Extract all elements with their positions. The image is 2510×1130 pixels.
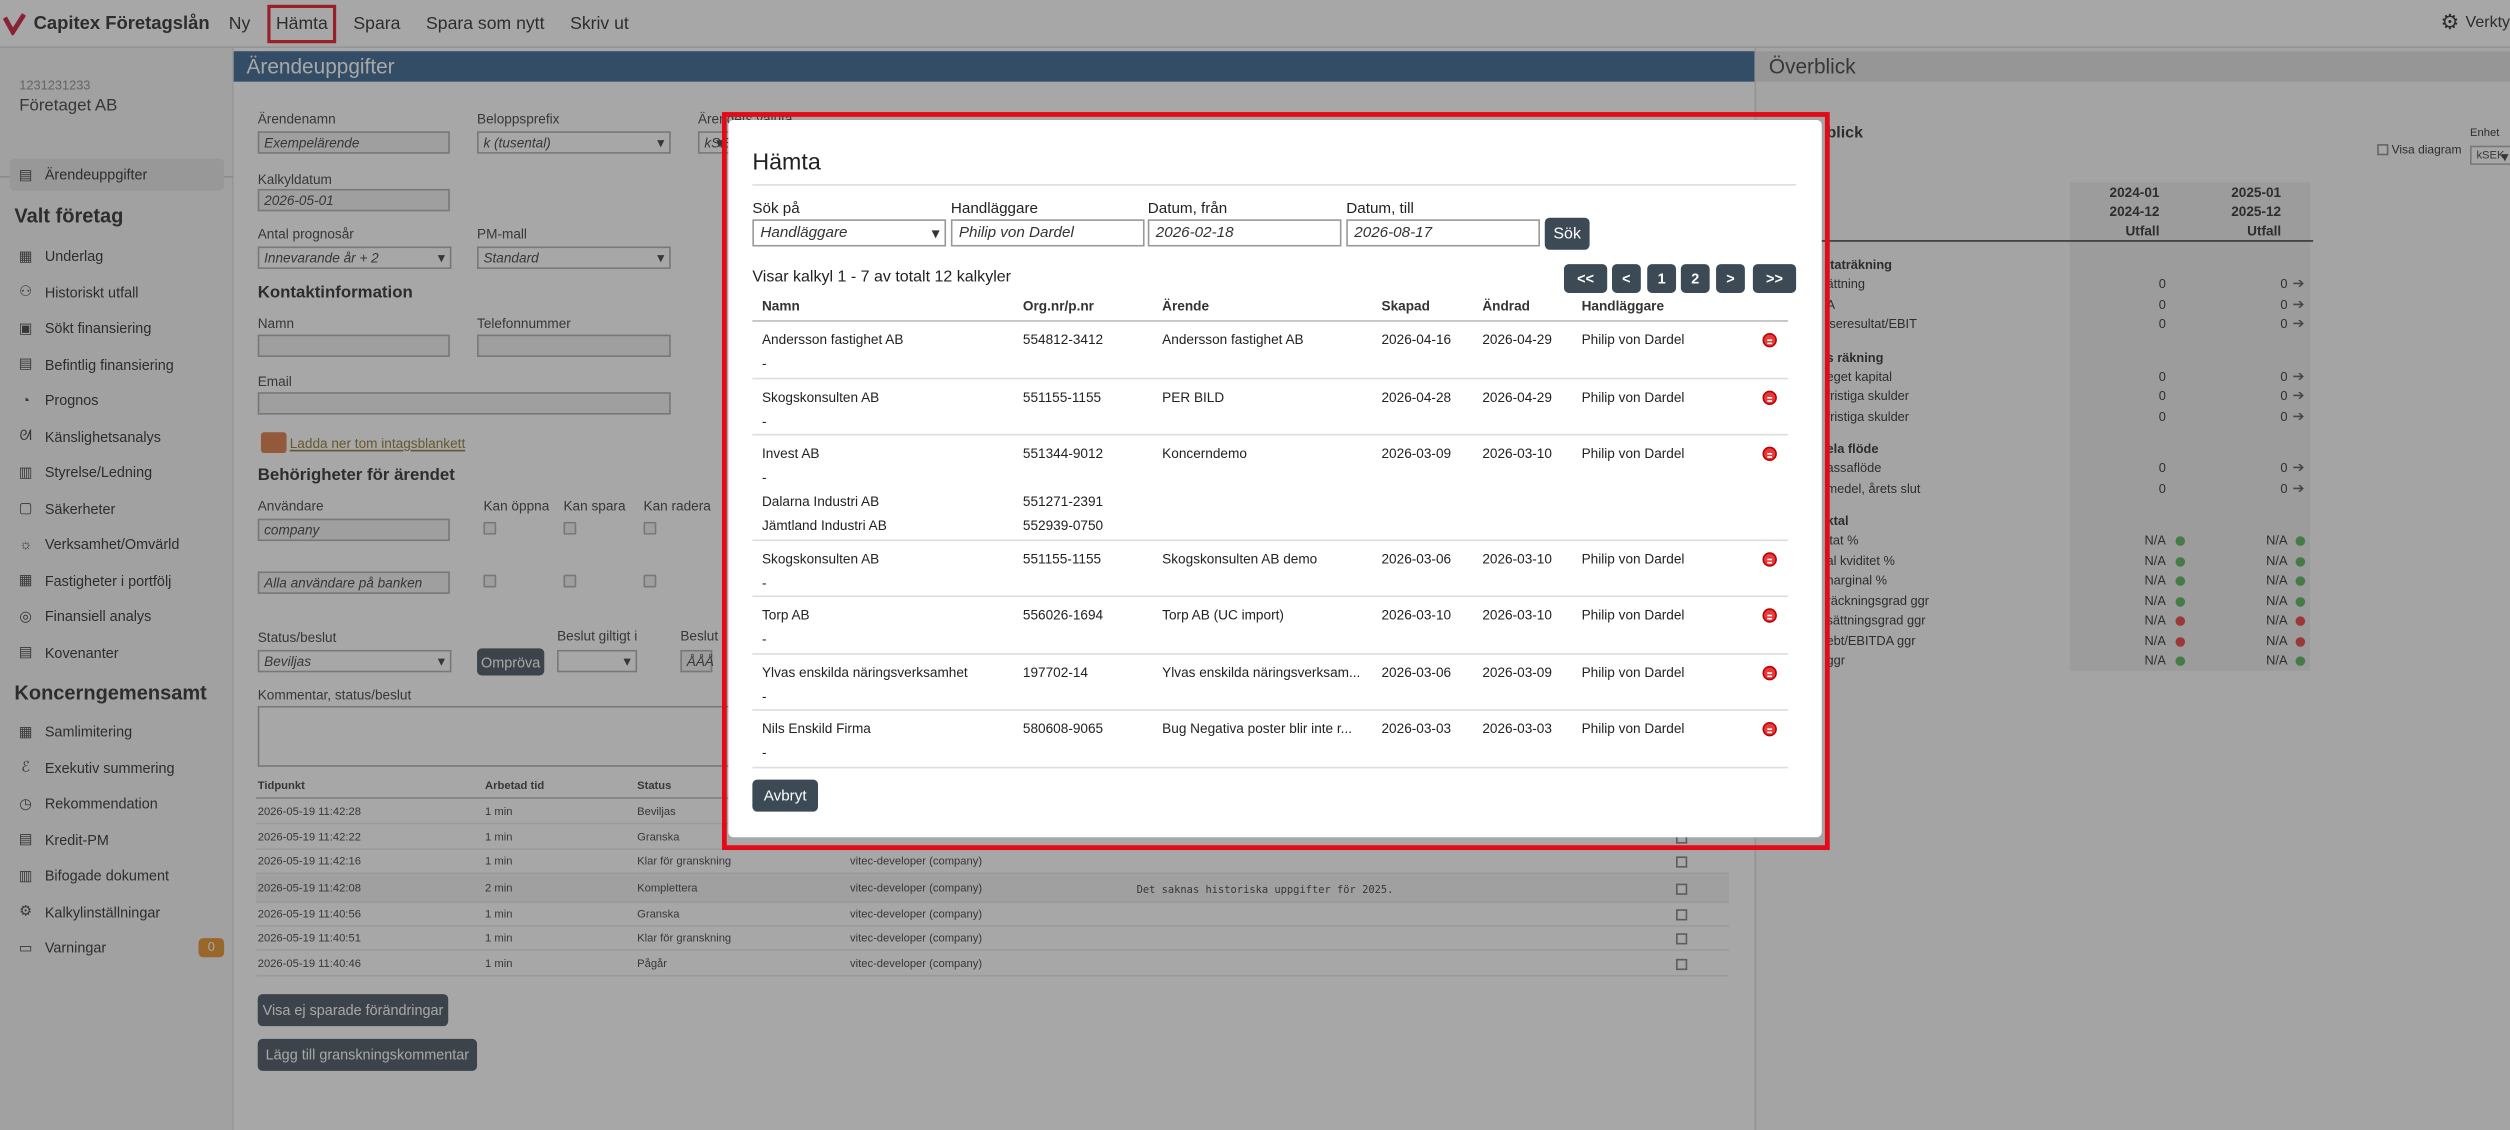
result-row[interactable]: Nils Enskild Firma 580608-9065 Bug Negativ… — [752, 711, 1789, 768]
result-cell-skapad: 2026-03-10 — [1381, 606, 1452, 623]
result-row[interactable]: Skogskonsulten AB 551155-1155 Skogskonsult… — [752, 540, 1789, 598]
result-cell-arende: PER BILD — [1162, 388, 1225, 405]
result-cell-arende: Bug Negativa poster blir inte r... — [1162, 720, 1353, 737]
delete-icon[interactable] — [1762, 551, 1777, 566]
result-cell-skapad: 2026-03-06 — [1381, 549, 1452, 566]
pager-last-button[interactable]: >> — [1752, 264, 1797, 293]
result-subcompany-name: Jämtland Industri AB — [761, 517, 887, 534]
pager-page-2-button[interactable]: 2 — [1680, 264, 1710, 293]
result-cell-name: Ylvas enskilda näringsverksamhet — [761, 663, 968, 680]
result-cell-org: 580608-9065 — [1022, 720, 1104, 737]
delete-icon[interactable] — [1762, 665, 1777, 680]
result-cell-handl: Philip von Dardel — [1581, 549, 1685, 566]
delete-icon[interactable] — [1762, 721, 1777, 737]
result-cell-org: 556026-1694 — [1022, 606, 1104, 623]
col-header-orgnr[interactable]: Org.nr/p.nr — [1023, 298, 1094, 314]
result-cell-skapad: 2026-04-28 — [1381, 388, 1452, 405]
result-cell-andrad: 2026-03-10 — [1482, 549, 1552, 566]
result-row[interactable]: Invest AB 551344-9012 Koncerndemo 2026-03-0… — [752, 435, 1789, 541]
result-cell-name: Invest AB — [761, 445, 820, 462]
result-cell-handl: Philip von Dardel — [1581, 663, 1685, 680]
result-sub: - — [761, 687, 767, 704]
result-cell-arende: Ylvas enskilda näringsverksam... — [1162, 663, 1361, 680]
result-cell-arende: Skogskonsulten AB demo — [1162, 549, 1318, 566]
result-cell-org: 551344-9012 — [1022, 445, 1104, 462]
col-header-handlaggare[interactable]: Handläggare — [1582, 298, 1664, 314]
handlaggare-label: Handläggare — [950, 200, 1038, 218]
result-cell-handl: Philip von Dardel — [1581, 445, 1685, 462]
result-row[interactable]: Ylvas enskilda näringsverksamhet 197702-1… — [752, 654, 1789, 711]
dialog-title: Hämta — [752, 150, 821, 177]
sok-pa-select[interactable]: Handläggare — [752, 219, 947, 247]
result-cell-arende: Torp AB (UC import) — [1162, 606, 1284, 623]
result-count-text: Visar kalkyl 1 - 7 av totalt 12 kalkyler — [752, 268, 1012, 287]
result-cell-skapad: 2026-03-09 — [1381, 445, 1452, 462]
result-cell-name: Skogskonsulten AB — [761, 388, 880, 405]
sok-pa-label: Sök på — [752, 200, 800, 218]
result-cell-name: Torp AB — [761, 606, 810, 623]
result-cell-andrad: 2026-04-29 — [1482, 331, 1552, 348]
result-cell-handl: Philip von Dardel — [1581, 606, 1685, 623]
datum-fran-input[interactable]: 2026-02-18 — [1147, 219, 1342, 247]
result-sub: - — [761, 412, 767, 429]
result-cell-org: 551155-1155 — [1022, 388, 1102, 405]
result-cell-arende: Koncerndemo — [1162, 445, 1247, 462]
result-row[interactable]: Andersson fastighet AB 554812-3412 Anderss… — [752, 322, 1789, 379]
result-row[interactable]: Skogskonsulten AB 551155-1155 PER BILD 2026… — [752, 379, 1789, 436]
result-sub: - — [761, 630, 767, 647]
result-subcompany-org: 551271-2391 — [1022, 493, 1104, 510]
delete-icon[interactable] — [1762, 389, 1777, 405]
col-header-skapad[interactable]: Skapad — [1381, 298, 1429, 314]
result-cell-skapad: 2026-03-06 — [1381, 663, 1452, 680]
result-cell-handl: Philip von Dardel — [1581, 720, 1685, 737]
sok-button[interactable]: Sök — [1544, 217, 1590, 250]
result-cell-name: Nils Enskild Firma — [761, 720, 871, 737]
pager-page-1-button[interactable]: 1 — [1647, 264, 1677, 293]
delete-icon[interactable] — [1762, 332, 1777, 348]
pager-first-button[interactable]: << — [1563, 264, 1608, 293]
result-cell-org: 197702-14 — [1022, 663, 1088, 680]
result-cell-skapad: 2026-03-03 — [1381, 720, 1452, 737]
result-cell-handl: Philip von Dardel — [1581, 388, 1685, 405]
result-sub: - — [761, 355, 767, 372]
delete-icon[interactable] — [1762, 446, 1777, 462]
result-cell-andrad: 2026-03-10 — [1482, 445, 1552, 462]
result-row[interactable]: Torp AB 556026-1694 Torp AB (UC import) 202… — [752, 597, 1789, 654]
result-subcompany-name: Dalarna Industri AB — [761, 493, 880, 510]
result-cell-andrad: 2026-04-29 — [1482, 388, 1552, 405]
result-cell-arende: Andersson fastighet AB — [1162, 331, 1304, 348]
result-sub: - — [761, 469, 767, 486]
col-header-andrad[interactable]: Ändrad — [1482, 298, 1530, 314]
handlaggare-input[interactable]: Philip von Dardel — [950, 219, 1145, 247]
dialog-title-divider — [752, 184, 1797, 186]
result-cell-andrad: 2026-03-10 — [1482, 606, 1552, 623]
datum-fran-label: Datum, från — [1147, 200, 1228, 218]
result-cell-handl: Philip von Dardel — [1581, 331, 1685, 348]
result-cell-name: Andersson fastighet AB — [761, 331, 904, 348]
result-cell-org: 551155-1155 — [1022, 549, 1102, 566]
col-header-namn[interactable]: Namn — [762, 298, 800, 314]
avbryt-button[interactable]: Avbryt — [752, 779, 819, 812]
pager-prev-button[interactable]: < — [1612, 264, 1641, 293]
hamta-dialog: Hämta Sök på Handläggare Handläggare Phi… — [728, 120, 1822, 838]
result-cell-andrad: 2026-03-03 — [1482, 720, 1552, 737]
col-header-arende[interactable]: Ärende — [1162, 298, 1209, 314]
result-sub: - — [761, 573, 767, 590]
pager-next-button[interactable]: > — [1716, 264, 1745, 293]
result-cell-org: 554812-3412 — [1022, 331, 1104, 348]
datum-till-input[interactable]: 2026-08-17 — [1346, 219, 1540, 247]
result-cell-andrad: 2026-03-09 — [1482, 663, 1552, 680]
datum-till-label: Datum, till — [1346, 200, 1414, 218]
result-cell-name: Skogskonsulten AB — [761, 549, 880, 566]
delete-icon[interactable] — [1762, 608, 1777, 623]
result-subcompany-org: 552939-0750 — [1022, 517, 1104, 534]
result-sub: - — [761, 744, 767, 761]
result-cell-skapad: 2026-04-16 — [1381, 331, 1452, 348]
